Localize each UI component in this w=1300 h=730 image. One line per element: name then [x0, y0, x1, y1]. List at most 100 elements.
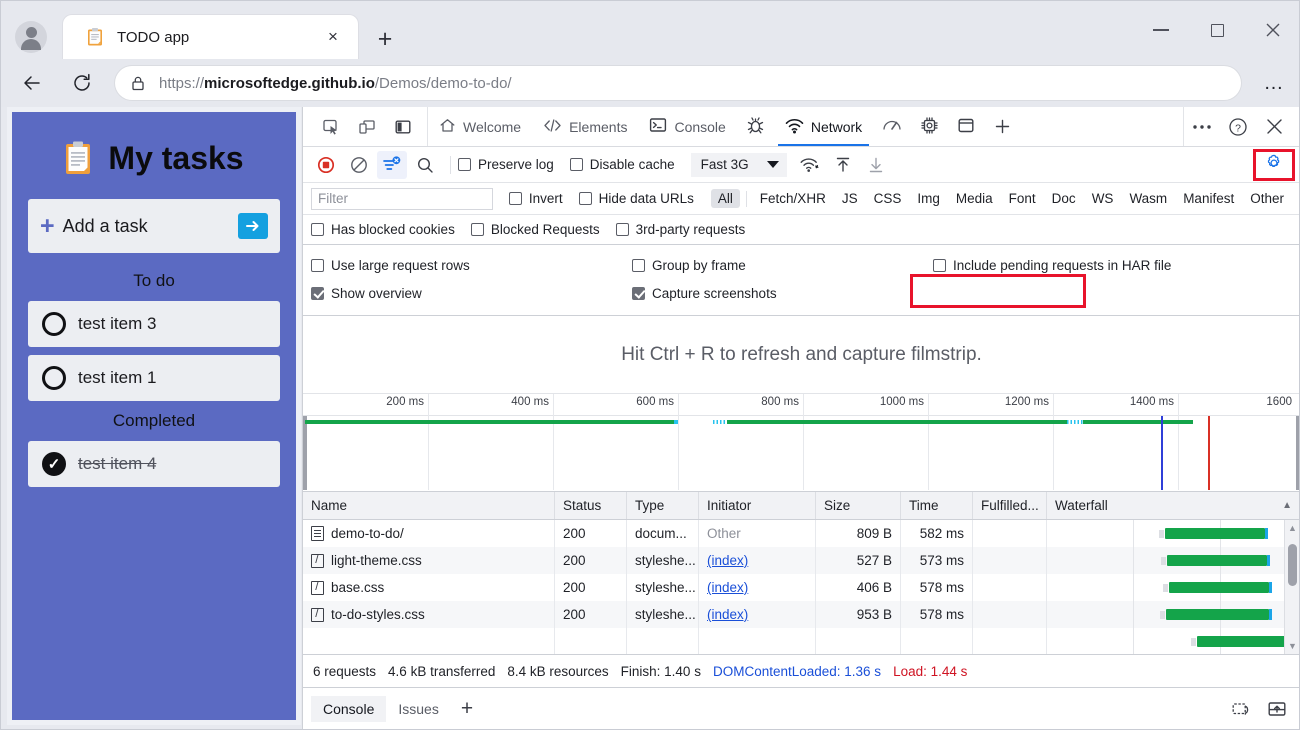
- checkbox-box[interactable]: [616, 223, 629, 236]
- new-tab-button[interactable]: +: [369, 23, 401, 55]
- hide-data-urls-checkbox[interactable]: Hide data URLs: [579, 191, 694, 206]
- task-item[interactable]: test item 3: [28, 301, 280, 347]
- cell-initiator[interactable]: (index): [699, 547, 816, 574]
- tab-network[interactable]: Network: [774, 107, 873, 146]
- column-header-size[interactable]: Size: [816, 492, 901, 519]
- table-row[interactable]: demo-to-do/ 200 docum... Other 809 B 582…: [303, 520, 1300, 547]
- dock-side-icon[interactable]: [388, 112, 418, 142]
- filter-input[interactable]: Filter: [311, 188, 493, 210]
- tab-elements[interactable]: Elements: [532, 107, 638, 146]
- column-header-initiator[interactable]: Initiator: [699, 492, 816, 519]
- type-filter-media[interactable]: Media: [949, 189, 1000, 208]
- include-pending-har-checkbox[interactable]: Include pending requests in HAR file: [933, 258, 1171, 273]
- column-header-type[interactable]: Type: [627, 492, 699, 519]
- preserve-log-checkbox[interactable]: Preserve log: [458, 157, 554, 172]
- checkbox-box[interactable]: [570, 158, 583, 171]
- device-toolbar-icon[interactable]: [352, 112, 382, 142]
- checkbox-box[interactable]: [471, 223, 484, 236]
- restore-drawer-icon[interactable]: [1226, 695, 1256, 723]
- capture-screenshots-checkbox[interactable]: Capture screenshots: [632, 286, 777, 301]
- tab-sources[interactable]: [737, 107, 774, 146]
- maximize-icon[interactable]: [1189, 1, 1245, 59]
- column-header-fulfilled[interactable]: Fulfilled...: [973, 492, 1047, 519]
- tab-application[interactable]: [948, 107, 984, 146]
- tab-console[interactable]: Console: [638, 107, 736, 146]
- type-filter-wasm[interactable]: Wasm: [1122, 189, 1174, 208]
- checkbox-box[interactable]: [458, 158, 471, 171]
- task-item[interactable]: test item 4: [28, 441, 280, 487]
- task-item[interactable]: test item 1: [28, 355, 280, 401]
- close-devtools-icon[interactable]: [1259, 112, 1289, 142]
- reload-button[interactable]: [63, 64, 101, 102]
- arrow-right-icon[interactable]: [238, 213, 268, 239]
- network-conditions-icon[interactable]: [795, 151, 825, 179]
- browser-tab-todo-app[interactable]: TODO app ×: [63, 15, 358, 59]
- profile-avatar[interactable]: [15, 21, 47, 53]
- type-filter-doc[interactable]: Doc: [1045, 189, 1083, 208]
- column-header-waterfall[interactable]: Waterfall ▲: [1047, 492, 1300, 519]
- browser-more-button[interactable]: …: [1253, 64, 1295, 102]
- sort-ascending-icon[interactable]: ▲: [1282, 500, 1292, 511]
- network-overview-timeline[interactable]: 200 ms 400 ms 600 ms 800 ms 1000 ms 1200…: [303, 394, 1300, 492]
- help-icon[interactable]: ?: [1223, 112, 1253, 142]
- checkbox-box[interactable]: [579, 192, 592, 205]
- back-button[interactable]: [13, 64, 51, 102]
- scroll-down-icon[interactable]: ▼: [1288, 638, 1297, 654]
- task-checkbox-circle-icon[interactable]: [42, 312, 66, 336]
- checkbox-box[interactable]: [933, 259, 946, 272]
- minimize-icon[interactable]: [1133, 1, 1189, 59]
- checkbox-box[interactable]: [509, 192, 522, 205]
- address-bar[interactable]: https://microsoftedge.github.io/Demos/de…: [115, 66, 1241, 100]
- export-har-icon[interactable]: [861, 151, 891, 179]
- disable-cache-checkbox[interactable]: Disable cache: [570, 157, 675, 172]
- throttling-dropdown[interactable]: Fast 3G: [691, 153, 787, 177]
- column-header-time[interactable]: Time: [901, 492, 973, 519]
- overview-right-handle[interactable]: [1296, 416, 1300, 490]
- show-overview-checkbox[interactable]: Show overview: [311, 286, 616, 301]
- third-party-requests-checkbox[interactable]: 3rd-party requests: [616, 222, 746, 237]
- group-by-frame-checkbox[interactable]: Group by frame: [632, 258, 917, 273]
- clear-icon[interactable]: [344, 151, 374, 179]
- scroll-up-icon[interactable]: ▲: [1288, 520, 1297, 536]
- drawer-add-tab-icon[interactable]: +: [451, 697, 483, 721]
- task-checkbox-checked-icon[interactable]: [42, 452, 66, 476]
- requests-table-scrollbar[interactable]: ▲ ▼: [1284, 520, 1300, 654]
- initiator-link[interactable]: (index): [707, 580, 748, 595]
- blocked-requests-checkbox[interactable]: Blocked Requests: [471, 222, 600, 237]
- column-header-status[interactable]: Status: [555, 492, 627, 519]
- type-filter-ws[interactable]: WS: [1085, 189, 1121, 208]
- type-filter-img[interactable]: Img: [910, 189, 947, 208]
- checkbox-box[interactable]: [311, 259, 324, 272]
- dock-drawer-icon[interactable]: [1262, 695, 1292, 723]
- use-large-request-rows-checkbox[interactable]: Use large request rows: [311, 258, 616, 273]
- drawer-tab-console[interactable]: Console: [311, 696, 386, 722]
- tab-performance[interactable]: [873, 107, 911, 146]
- search-icon[interactable]: [410, 151, 440, 179]
- network-settings-button[interactable]: [1253, 149, 1295, 181]
- task-checkbox-circle-icon[interactable]: [42, 366, 66, 390]
- overview-left-handle[interactable]: [303, 416, 307, 490]
- initiator-link[interactable]: (index): [707, 607, 748, 622]
- table-row[interactable]: base.css 200 styleshe... (index) 406 B 5…: [303, 574, 1300, 601]
- tab-welcome[interactable]: Welcome: [428, 107, 532, 146]
- checkbox-box[interactable]: [632, 259, 645, 272]
- table-row[interactable]: light-theme.css 200 styleshe... (index) …: [303, 547, 1300, 574]
- type-filter-other[interactable]: Other: [1243, 189, 1291, 208]
- scrollbar-thumb[interactable]: [1288, 544, 1297, 586]
- has-blocked-cookies-checkbox[interactable]: Has blocked cookies: [311, 222, 455, 237]
- filter-icon[interactable]: [377, 151, 407, 179]
- add-task-input[interactable]: + Add a task: [28, 199, 280, 253]
- more-options-icon[interactable]: [1187, 112, 1217, 142]
- tab-memory[interactable]: [911, 107, 948, 146]
- type-filter-css[interactable]: CSS: [867, 189, 909, 208]
- more-tabs-plus-icon[interactable]: [984, 107, 1021, 146]
- inspect-icon[interactable]: [316, 112, 346, 142]
- record-stop-icon[interactable]: [311, 151, 341, 179]
- initiator-link[interactable]: (index): [707, 553, 748, 568]
- invert-checkbox[interactable]: Invert: [509, 191, 563, 206]
- close-icon[interactable]: ×: [320, 24, 346, 50]
- type-filter-all[interactable]: All: [711, 189, 740, 208]
- close-icon[interactable]: [1245, 1, 1300, 59]
- column-header-name[interactable]: Name: [303, 492, 555, 519]
- type-filter-manifest[interactable]: Manifest: [1176, 189, 1241, 208]
